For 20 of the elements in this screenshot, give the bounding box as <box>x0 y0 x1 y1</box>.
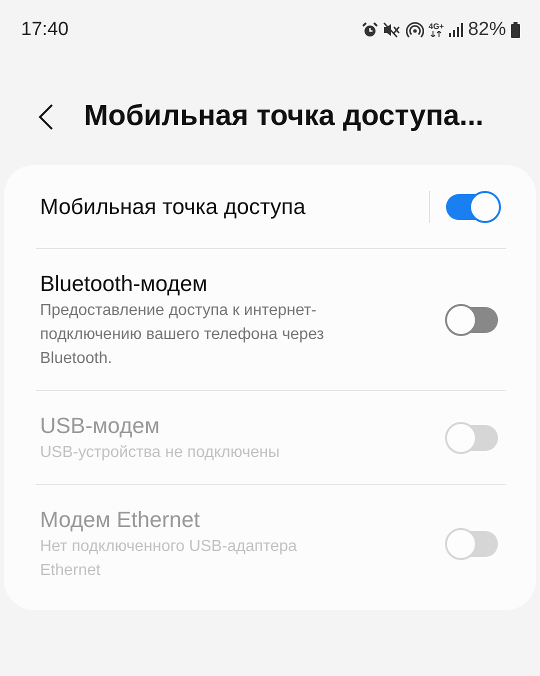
setting-title: Мобильная точка доступа <box>40 193 306 221</box>
back-icon[interactable] <box>38 102 54 130</box>
network-type: 4G+ <box>428 23 444 31</box>
data-arrows-icon <box>430 31 442 37</box>
page-title: Мобильная точка доступа... <box>84 100 484 133</box>
status-time: 17:40 <box>21 19 69 41</box>
toggle-switch[interactable] <box>446 194 498 220</box>
signal-icon <box>448 23 463 37</box>
setting-description: Нет подключенного USB-адаптера Ethernet <box>40 537 298 581</box>
setting-description: Предоставление доступа к интернет-подключению вашего телефона через Bluetooth. <box>40 301 325 369</box>
setting-title: Bluetooth-модем <box>40 270 208 298</box>
battery-icon <box>511 22 520 38</box>
hotspot-icon <box>406 22 424 38</box>
mute-icon <box>382 22 401 38</box>
setting-description: USB-устройства не подключены <box>40 443 281 463</box>
alarm-icon <box>362 22 378 38</box>
setting-title: USB-модем <box>40 412 161 440</box>
setting-title: Модем Ethernet <box>40 506 201 534</box>
toggle-switch[interactable] <box>446 307 498 333</box>
battery-level: 82% <box>468 19 506 41</box>
